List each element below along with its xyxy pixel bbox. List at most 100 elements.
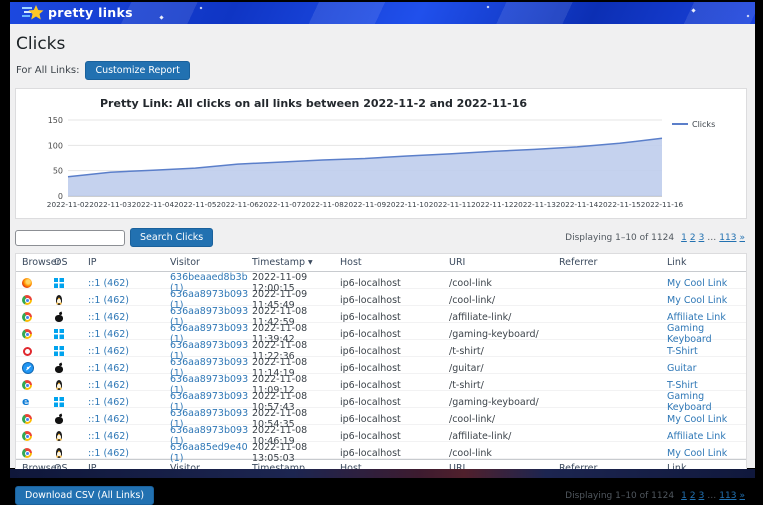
page-content: Clicks For All Links: Customize Report P… — [10, 24, 755, 505]
ip-link[interactable]: ::1 (462) — [88, 448, 129, 459]
uri-value: /affiliate-link/ — [449, 431, 511, 442]
link-link[interactable]: My Cool Link — [667, 295, 727, 306]
customize-report-button[interactable]: Customize Report — [85, 61, 189, 80]
table-row: ::1 (462)636aa85ed9e40 (1)2022-11-08 13:… — [16, 442, 746, 459]
sparkle-icon — [691, 8, 695, 12]
safari-browser-icon — [22, 362, 34, 374]
ip-link[interactable]: ::1 (462) — [88, 312, 129, 323]
pagination-summary: Displaying 1–10 of 1124 — [565, 233, 674, 243]
pagination: Displaying 1–10 of 1124123…113» — [565, 233, 747, 243]
table-row: ::1 (462)636aa8973b093 (1)2022-11-08 10:… — [16, 425, 746, 442]
linux-os-icon — [54, 295, 64, 305]
link-link[interactable]: T-Shirt — [667, 346, 698, 357]
logo-text: pretty links — [48, 5, 133, 20]
link-link[interactable]: My Cool Link — [667, 414, 727, 425]
ip-link[interactable]: ::1 (462) — [88, 329, 129, 340]
bottom-taskbar-strip — [10, 469, 755, 478]
pagination-page-1[interactable]: 1 — [681, 233, 687, 243]
ip-link[interactable]: ::1 (462) — [88, 363, 129, 374]
sparkle-icon — [487, 6, 490, 9]
table-row: ::1 (462)636aa8973b093 (1)2022-11-08 11:… — [16, 323, 746, 340]
page-title: Clicks — [16, 34, 747, 54]
uri-value: /gaming-keyboard/ — [449, 397, 539, 408]
uri-value: /cool-link/ — [449, 295, 495, 306]
svg-text:2022-11-09: 2022-11-09 — [344, 200, 387, 209]
apple-os-icon — [54, 363, 64, 373]
column-header-visitor[interactable]: Visitor — [170, 257, 252, 268]
pagination-page-113[interactable]: 113 — [719, 491, 736, 501]
search-clicks-button[interactable]: Search Clicks — [130, 228, 213, 247]
uri-value: /guitar/ — [449, 363, 484, 374]
table-header-row: BrowserOSIPVisitorTimestamp▼HostURIRefer… — [16, 254, 746, 272]
link-link[interactable]: Gaming Keyboard — [667, 391, 712, 413]
pagination-page-3[interactable]: 3 — [699, 233, 705, 243]
ip-link[interactable]: ::1 (462) — [88, 380, 129, 391]
host-value: ip6-localhost — [340, 312, 401, 323]
svg-text:2022-11-10: 2022-11-10 — [386, 200, 429, 209]
column-header-browser[interactable]: Browser — [22, 257, 54, 268]
host-value: ip6-localhost — [340, 363, 401, 374]
svg-text:50: 50 — [53, 167, 63, 176]
download-csv-button[interactable]: Download CSV (All Links) — [15, 486, 154, 505]
clicks-table: BrowserOSIPVisitorTimestamp▼HostURIRefer… — [15, 253, 747, 478]
ip-link[interactable]: ::1 (462) — [88, 295, 129, 306]
column-header-host[interactable]: Host — [340, 257, 449, 268]
link-link[interactable]: Guitar — [667, 363, 696, 374]
ip-link[interactable]: ::1 (462) — [88, 346, 129, 357]
pagination-page-2[interactable]: 2 — [690, 491, 696, 501]
svg-text:2022-11-03: 2022-11-03 — [89, 200, 132, 209]
host-value: ip6-localhost — [340, 295, 401, 306]
admin-page: pretty links Clicks For All Links: Custo… — [10, 2, 755, 468]
table-row: ::1 (462)636aa8973b093 (1)2022-11-08 11:… — [16, 357, 746, 374]
uri-value: /cool-link — [449, 448, 492, 459]
chart-card: Pretty Link: All clicks on all links bet… — [15, 88, 747, 219]
column-header-referrer[interactable]: Referrer — [559, 257, 667, 268]
search-input[interactable] — [15, 230, 125, 246]
column-header-uri[interactable]: URI — [449, 257, 559, 268]
chrome-browser-icon — [22, 380, 32, 390]
ip-link[interactable]: ::1 (462) — [88, 397, 129, 408]
link-link[interactable]: My Cool Link — [667, 278, 727, 289]
link-link[interactable]: Affiliate Link — [667, 312, 726, 323]
linux-os-icon — [54, 380, 64, 390]
sort-desc-icon: ▼ — [308, 259, 313, 266]
column-header-timestamp[interactable]: Timestamp▼ — [252, 257, 340, 268]
table-row: ::1 (462)636aa8973b093 (1)2022-11-08 10:… — [16, 408, 746, 425]
link-link[interactable]: T-Shirt — [667, 380, 698, 391]
ip-link[interactable]: ::1 (462) — [88, 278, 129, 289]
star-icon — [22, 4, 44, 21]
pagination-page-2[interactable]: 2 — [690, 233, 696, 243]
edge-browser-icon — [22, 397, 32, 407]
link-link[interactable]: Affiliate Link — [667, 431, 726, 442]
uri-value: /affiliate-link/ — [449, 312, 511, 323]
pagination-next[interactable]: » — [739, 233, 745, 243]
pagination-page-113[interactable]: 113 — [719, 233, 736, 243]
uri-value: /t-shirt/ — [449, 346, 484, 357]
link-link[interactable]: Gaming Keyboard — [667, 323, 712, 345]
host-value: ip6-localhost — [340, 380, 401, 391]
windows-os-icon — [54, 346, 64, 356]
pagination-page-3[interactable]: 3 — [699, 491, 705, 501]
opera-browser-icon — [23, 347, 32, 356]
column-header-link[interactable]: Link — [667, 257, 740, 268]
chrome-browser-icon — [22, 295, 32, 305]
sparkle-icon — [159, 15, 163, 19]
visitor-link[interactable]: 636aa85ed9e40 (1) — [170, 442, 248, 464]
host-value: ip6-localhost — [340, 329, 401, 340]
column-header-os[interactable]: OS — [54, 257, 88, 268]
linux-os-icon — [54, 448, 64, 458]
svg-text:Clicks: Clicks — [692, 120, 715, 129]
uri-value: /cool-link/ — [449, 414, 495, 425]
ip-link[interactable]: ::1 (462) — [88, 431, 129, 442]
pagination-page-1[interactable]: 1 — [681, 491, 687, 501]
ip-link[interactable]: ::1 (462) — [88, 414, 129, 425]
column-header-ip[interactable]: IP — [88, 257, 170, 268]
pagination-summary: Displaying 1–10 of 1124 — [565, 491, 674, 501]
pagination-next[interactable]: » — [739, 491, 745, 501]
apple-os-icon — [54, 312, 64, 322]
svg-text:2022-11-14: 2022-11-14 — [556, 200, 599, 209]
pretty-links-banner: pretty links — [10, 2, 755, 24]
svg-text:2022-11-13: 2022-11-13 — [513, 200, 556, 209]
pagination-ellipsis: … — [707, 491, 716, 501]
link-link[interactable]: My Cool Link — [667, 448, 727, 459]
